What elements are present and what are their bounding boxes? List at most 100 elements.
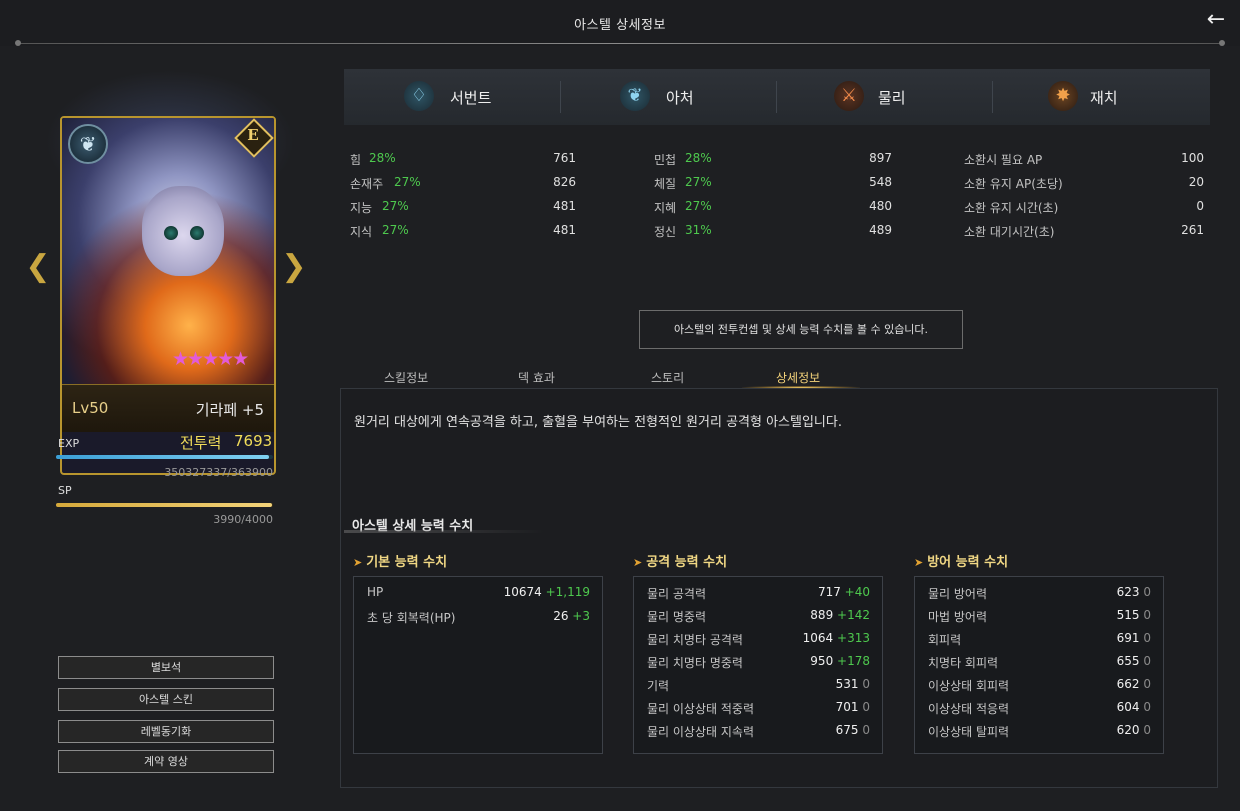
stat-base: 604 [1116, 700, 1140, 714]
archer-icon: ❦ [620, 81, 650, 111]
stat-percent: 27% [382, 199, 409, 213]
stat-base: 889 [810, 608, 834, 622]
stat-base: 701 [835, 700, 859, 714]
card-level: Lv50 [72, 399, 109, 417]
exp-bar-fill [56, 455, 269, 459]
stat-value: 604 0 [1117, 700, 1151, 714]
title-bar: 아스텔 상세정보 ← [0, 0, 1240, 46]
stat-row: 회피력 691 0 [928, 631, 1151, 647]
stat-base: 620 [1116, 723, 1140, 737]
tab-deck-effect[interactable]: 덱 효과 [518, 369, 555, 386]
wit-icon: ✸ [1048, 81, 1078, 111]
stat-value: 662 0 [1117, 677, 1151, 691]
stat-base: 1064 [802, 631, 834, 645]
stat-name: 소환 대기시간(초) [964, 225, 1055, 239]
stat-bonus: +1,119 [545, 585, 590, 599]
stat-row: 지능 27% 481 [350, 199, 576, 215]
stat-value: 481 [553, 223, 576, 237]
stat-percent: 27% [382, 223, 409, 237]
stat-value: 717 +40 [818, 585, 870, 599]
level-sync-button[interactable]: 레벨동기화 [58, 720, 274, 743]
archer-class-icon: ❦ [68, 124, 108, 164]
previous-arrow-icon[interactable]: ❮ [20, 250, 56, 286]
stat-name: 소환 유지 AP(초당) [964, 177, 1063, 191]
defense-stats-title-label: 방어 능력 수치 [927, 555, 1009, 570]
summon-stat-row: 소환 유지 시간(초) 0 [964, 199, 1204, 215]
tab-story[interactable]: 스토리 [651, 369, 684, 386]
stat-value: 889 +142 [810, 608, 870, 622]
stat-row: 초 당 회복력(HP) 26 +3 [367, 609, 590, 625]
exp-value: 350327337/363900 [164, 466, 273, 479]
section-title-underline [344, 530, 544, 533]
stat-name: 마법 방어력 [928, 610, 988, 624]
grade-letter: E [247, 126, 259, 144]
stat-bonus: +178 [837, 654, 870, 668]
stat-row: 물리 방어력 623 0 [928, 585, 1151, 601]
arrow-right-icon: ➤ [914, 556, 924, 569]
stat-value: 489 [869, 223, 892, 237]
stat-bonus: 0 [1143, 677, 1151, 691]
card-name: 기라페 +5 [195, 401, 264, 419]
stat-name: 물리 치명타 공격력 [647, 633, 743, 647]
stat-percent: 28% [369, 151, 396, 165]
stat-row: 이상상태 적응력 604 0 [928, 700, 1151, 716]
astel-skin-button[interactable]: 아스텔 스킨 [58, 688, 274, 711]
info-tooltip: 아스텔의 전투컨셉 및 상세 능력 수치를 볼 수 있습니다. [639, 310, 963, 349]
sp-bar-fill [56, 503, 273, 507]
stat-value: 515 0 [1117, 608, 1151, 622]
stat-name: HP [367, 585, 384, 599]
stat-row: 체질 27% 548 [654, 175, 892, 191]
back-arrow-icon[interactable]: ← [1204, 9, 1228, 32]
star-rating: ★★★★★ [172, 348, 249, 370]
stat-row: 지혜 27% 480 [654, 199, 892, 215]
stat-base: 623 [1116, 585, 1140, 599]
stat-name: 이상상태 적응력 [928, 702, 1010, 716]
stat-value: 675 0 [836, 723, 870, 737]
star-gem-button[interactable]: 별보석 [58, 656, 274, 679]
stat-base: 717 [817, 585, 841, 599]
arrow-right-icon: ➤ [353, 556, 363, 569]
sp-label: SP [58, 484, 72, 497]
stat-bonus: 0 [1143, 723, 1151, 737]
stat-value: 480 [869, 199, 892, 213]
stat-name: 물리 이상상태 적중력 [647, 702, 754, 716]
stat-value: 691 0 [1117, 631, 1151, 645]
stat-value: 26 +3 [553, 609, 590, 623]
stat-name: 지식 [350, 225, 373, 239]
stat-base: 662 [1116, 677, 1140, 691]
stat-name: 치명타 회피력 [928, 656, 999, 670]
stat-name: 물리 공격력 [647, 587, 707, 601]
basic-stats-title: ➤ 기본 능력 수치 [353, 551, 447, 570]
stat-name: 기력 [647, 679, 670, 693]
next-arrow-icon[interactable]: ❯ [276, 250, 312, 286]
stat-name: 이상상태 회피력 [928, 679, 1010, 693]
character-face [142, 186, 224, 276]
stat-value: 950 +178 [810, 654, 870, 668]
attribute-divider [560, 81, 561, 113]
attack-stats-box: 물리 공격력 717 +40 물리 명중력 889 +142 물리 치명타 공격력 1… [633, 576, 883, 754]
stat-base: 950 [810, 654, 834, 668]
stat-value: 481 [553, 199, 576, 213]
stat-bonus: 0 [1143, 631, 1151, 645]
stat-name: 이상상태 탈피력 [928, 725, 1010, 739]
tab-detail-info[interactable]: 상세정보 [776, 369, 820, 386]
defense-stats-box: 물리 방어력 623 0 마법 방어력 515 0 회피력 691 0 치명타 회피력… [914, 576, 1164, 754]
stat-row: 민첩 28% 897 [654, 151, 892, 167]
character-card[interactable]: ❦ E ★★★★★ Lv50 기라페 +5 [60, 116, 276, 475]
tab-skill-info[interactable]: 스킬정보 [384, 369, 428, 386]
stat-percent: 27% [685, 175, 712, 189]
stat-value: 548 [869, 175, 892, 189]
stat-row: 물리 이상상태 지속력 675 0 [647, 723, 870, 739]
stat-row: 지식 27% 481 [350, 223, 576, 239]
stat-name: 지혜 [654, 201, 677, 215]
stat-name: 정신 [654, 225, 677, 239]
stat-name: 체질 [654, 177, 677, 191]
stat-name: 지능 [350, 201, 373, 215]
stat-name: 소환시 필요 AP [964, 153, 1043, 167]
stat-row: 물리 치명타 명중력 950 +178 [647, 654, 870, 670]
attribute-divider [776, 81, 777, 113]
stat-row: 마법 방어력 515 0 [928, 608, 1151, 624]
stat-base: 531 [835, 677, 859, 691]
attack-stats-title-label: 공격 능력 수치 [646, 555, 728, 570]
contract-video-button[interactable]: 계약 영상 [58, 750, 274, 773]
